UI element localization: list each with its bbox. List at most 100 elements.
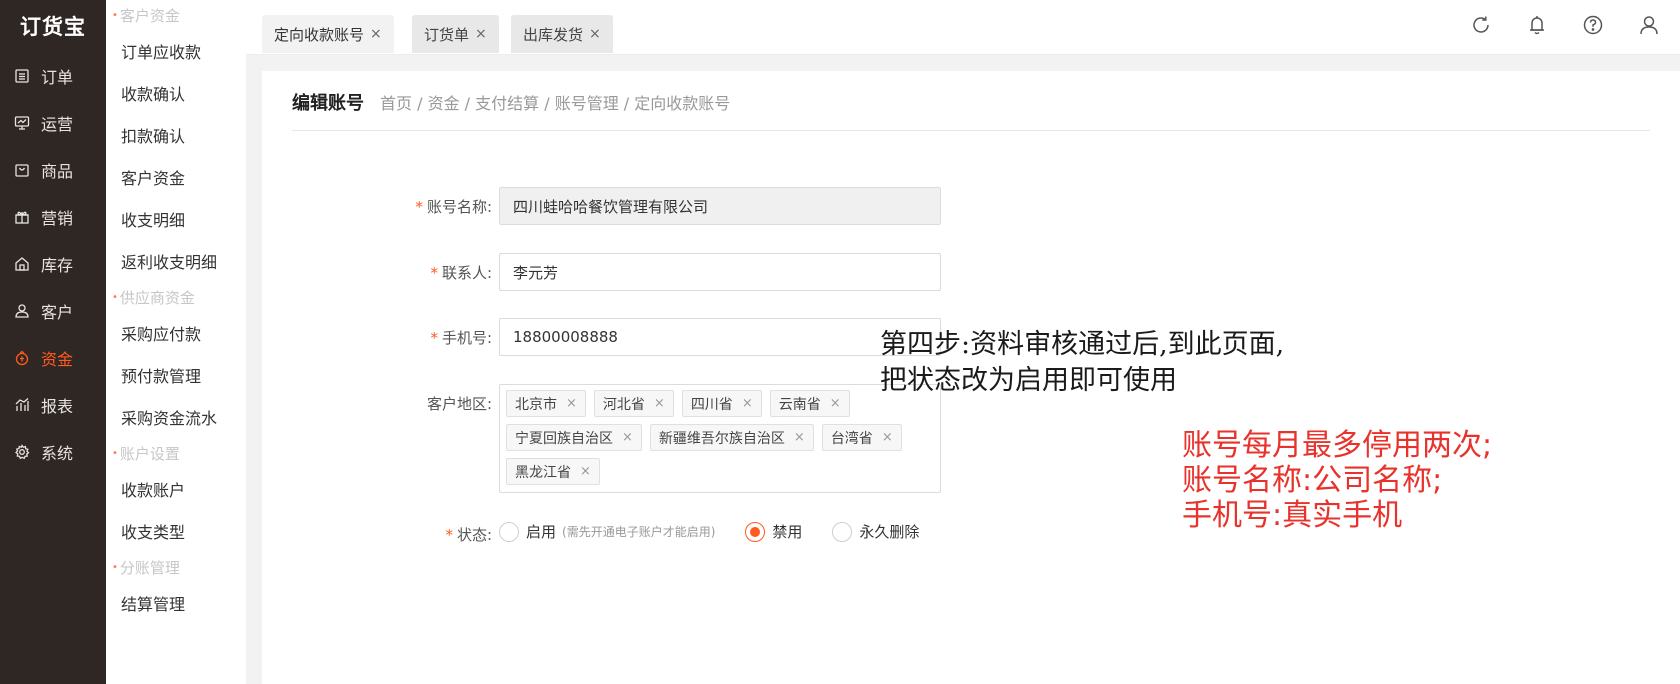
nav-item-operations[interactable]: 运营 (0, 99, 106, 146)
status-enable-label: 启用 (526, 523, 557, 541)
instruction-line: 把状态改为启用即可使用 (880, 365, 1177, 396)
region-label: 客户地区: (426, 395, 492, 413)
close-icon[interactable]: × (794, 430, 805, 445)
status-enable-radio[interactable]: 启用 (需先开通电子账户才能启用) (499, 521, 715, 542)
radio-circle (499, 521, 519, 542)
tab-directed-account[interactable]: 定向收款账号 × (262, 15, 394, 53)
close-icon[interactable]: × (566, 396, 577, 411)
close-icon[interactable]: × (830, 396, 841, 411)
nav-label: 客户 (41, 302, 74, 322)
close-icon[interactable]: × (580, 464, 591, 479)
top-bar: 定向收款账号 × 订货单 × 出库发货 × (246, 0, 1680, 55)
submenu-item[interactable]: 收支类型 (106, 510, 246, 552)
close-icon[interactable]: × (742, 396, 753, 411)
top-icons (1468, 12, 1662, 38)
radio-circle-selected (745, 521, 766, 542)
region-tag: 新疆维吾尔族自治区 × (649, 424, 814, 451)
submenu-item[interactable]: 订单应收款 (106, 30, 246, 72)
warning-line: 账号名称:公司名称; (1182, 463, 1443, 498)
submenu-item[interactable]: 客户资金 (106, 156, 246, 198)
close-icon[interactable]: × (589, 26, 601, 42)
instruction-line: 第四步:资料审核通过后,到此页面, (880, 329, 1285, 360)
tab-label: 定向收款账号 (274, 25, 365, 44)
nav-label: 报表 (41, 396, 74, 416)
page-title: 编辑账号 (292, 93, 364, 114)
help-icon[interactable] (1580, 12, 1606, 38)
submenu-group-supplier-funds: • 供应商资金 (112, 288, 195, 307)
app-logo: 订货宝 (20, 15, 86, 39)
submenu: • 客户资金 订单应收款 收款确认 扣款确认 客户资金 收支明细 返利收支明细 •… (106, 0, 246, 684)
region-tag: 黑龙江省 × (506, 458, 600, 485)
gear-icon (13, 443, 31, 461)
nav-item-customers[interactable]: 客户 (0, 287, 106, 334)
nav-item-orders[interactable]: 订单 (0, 52, 106, 99)
tab-label: 订货单 (424, 25, 470, 44)
submenu-item[interactable]: 预付款管理 (106, 354, 246, 396)
bar-chart-icon (13, 396, 31, 414)
region-tag: 云南省 × (769, 390, 850, 417)
contact-field[interactable]: 李元芳 (499, 253, 941, 291)
region-tag: 台湾省 × (821, 424, 902, 451)
account-name-field[interactable]: 四川蛙哈哈餐饮管理有限公司 (499, 187, 941, 225)
warning-note: 账号每月最多停用两次; 账号名称:公司名称; 手机号:真实手机 (1182, 428, 1492, 533)
nav-item-products[interactable]: 商品 (0, 146, 106, 193)
gift-icon (13, 208, 31, 226)
nav-label: 商品 (41, 161, 74, 181)
house-icon (13, 255, 31, 273)
status-label: * 状态: (445, 526, 492, 544)
chart-board-icon (13, 114, 31, 132)
breadcrumb: 首页 / 资金 / 支付结算 / 账号管理 / 定向收款账号 (380, 94, 731, 113)
close-icon[interactable]: × (475, 26, 487, 42)
status-radio-group: 启用 (需先开通电子账户才能启用) 禁用 永久删除 (499, 521, 949, 542)
warning-line: 账号每月最多停用两次; (1182, 428, 1493, 463)
nav-label: 资金 (41, 349, 74, 369)
submenu-item[interactable]: 收支明细 (106, 198, 246, 240)
user-icon[interactable] (1636, 12, 1662, 38)
nav-item-marketing[interactable]: 营销 (0, 193, 106, 240)
submenu-group-customer-funds: • 客户资金 (112, 6, 180, 25)
people-icon (13, 302, 31, 320)
region-tag: 北京市 × (506, 390, 586, 417)
close-icon[interactable]: × (654, 396, 665, 411)
header-divider (292, 130, 1650, 131)
status-enable-hint: (需先开通电子账户才能启用) (562, 525, 716, 539)
phone-field[interactable]: 18800008888 (499, 318, 941, 356)
tab-outbound[interactable]: 出库发货 × (511, 15, 613, 53)
status-delete-label: 永久删除 (859, 523, 920, 541)
tab-label: 出库发货 (523, 25, 584, 44)
region-tag: 河北省 × (593, 390, 674, 417)
refresh-icon[interactable] (1468, 12, 1494, 38)
submenu-item[interactable]: 收款确认 (106, 72, 246, 114)
warning-line: 手机号:真实手机 (1182, 498, 1403, 533)
submenu-item[interactable]: 收款账户 (106, 468, 246, 510)
bell-icon[interactable] (1524, 12, 1550, 38)
nav-label: 库存 (41, 255, 74, 275)
page-header: 编辑账号 首页 / 资金 / 支付结算 / 账号管理 / 定向收款账号 (292, 89, 730, 115)
nav-item-reports[interactable]: 报表 (0, 381, 106, 428)
tab-order[interactable]: 订货单 × (412, 15, 499, 53)
bag-icon (13, 161, 31, 179)
nav-label: 系统 (41, 443, 74, 463)
close-icon[interactable]: × (882, 430, 893, 445)
submenu-item[interactable]: 扣款确认 (106, 114, 246, 156)
close-icon[interactable]: × (622, 430, 633, 445)
submenu-item[interactable]: 结算管理 (106, 582, 246, 624)
radio-circle (832, 521, 853, 542)
nav-item-system[interactable]: 系统 (0, 428, 106, 475)
region-select[interactable]: 北京市 × 河北省 × 四川省 × 云南省 × 宁夏回族自治区 × 新疆维吾尔族自治区 × … (499, 384, 941, 493)
submenu-item[interactable]: 采购应付款 (106, 312, 246, 354)
region-tag: 宁夏回族自治区 × (506, 424, 642, 451)
nav-label: 营销 (41, 208, 74, 228)
status-delete-radio[interactable]: 永久删除 (832, 521, 919, 542)
submenu-item[interactable]: 返利收支明细 (106, 240, 246, 282)
list-icon (13, 67, 31, 85)
nav-label: 订单 (41, 67, 74, 87)
close-icon[interactable]: × (370, 26, 382, 42)
status-disable-radio[interactable]: 禁用 (745, 521, 802, 542)
phone-label: * 手机号: (430, 329, 492, 347)
main-nav: 订货宝 订单 运营 商品 营销 库存 客户 资金 报表 系统 (0, 0, 106, 684)
submenu-item[interactable]: 采购资金流水 (106, 396, 246, 438)
nav-item-inventory[interactable]: 库存 (0, 240, 106, 287)
nav-item-funds[interactable]: 资金 (0, 334, 106, 381)
submenu-group-account-settings: • 账户设置 (112, 444, 180, 463)
